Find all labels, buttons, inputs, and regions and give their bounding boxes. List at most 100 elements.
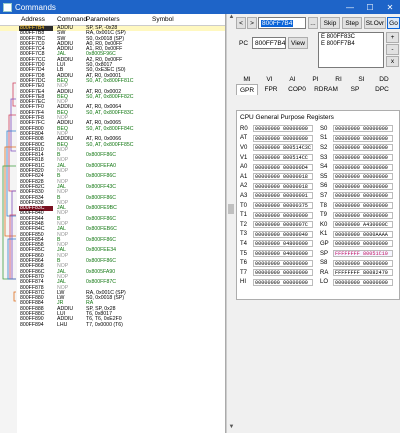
register-t8: T8 00000000 00000000 xyxy=(320,202,393,210)
close-button[interactable]: ✕ xyxy=(380,0,400,14)
register-value[interactable]: 00000000 00000040 xyxy=(253,230,313,238)
register-value[interactable]: 00000000 00000000 xyxy=(253,134,313,142)
register-name: S1 xyxy=(320,135,328,142)
tab-cop0[interactable]: COP0 xyxy=(284,84,310,95)
register-s7: S7 00000000 00000000 xyxy=(320,192,393,200)
window-title: Commands xyxy=(15,2,56,12)
register-sp: SP FFFFFFFF 80051C10 xyxy=(320,250,393,258)
remove-breakpoint-button[interactable]: - xyxy=(386,44,399,55)
step-button[interactable]: Step xyxy=(342,17,362,29)
register-value[interactable]: 00000000 00000000 xyxy=(253,269,313,277)
register-value[interactable]: 00000000 0000007C xyxy=(253,221,313,229)
register-value[interactable]: 00000000 00000000 xyxy=(333,154,393,162)
register-value[interactable]: 00000000 00000000 xyxy=(333,173,393,181)
pc-label: PC xyxy=(239,40,249,47)
gpr-panel-title: CPU General Purpose Registers xyxy=(240,114,334,121)
register-name: S0 xyxy=(320,125,328,132)
breakpoint-item[interactable]: E 800FF7B4 xyxy=(321,41,381,48)
column-parameters[interactable]: Parameters xyxy=(86,16,120,23)
instruction-parameters: T7, 0x0000 (T6) xyxy=(86,321,123,328)
instruction-list[interactable]: 800FF7B4 ADDIU SP, SP, -0x28 800FF7B8 SW RA, … xyxy=(0,25,225,328)
register-value[interactable]: FFFFFFFF 80051C10 xyxy=(333,250,393,258)
go-button[interactable]: Go xyxy=(387,17,400,29)
register-t1: T1 00000000 00000000 xyxy=(240,211,313,219)
breakpoint-list[interactable]: E 800FF83C E 800FF7B4 xyxy=(318,32,384,68)
tab-sp[interactable]: SP xyxy=(342,84,368,95)
register-value[interactable]: 00000000 00000375 xyxy=(253,202,313,210)
register-r0: R0 00000000 00000000 xyxy=(240,125,313,133)
scroll-thumb[interactable] xyxy=(228,204,234,214)
register-at: AT 00000000 00000000 xyxy=(240,134,313,143)
instruction-row[interactable]: 800FF894 LHU T7, 0x0000 (T6) xyxy=(0,321,225,328)
register-name: S8 xyxy=(320,260,328,267)
scroll-up-icon[interactable]: ▲ xyxy=(227,14,236,23)
register-value[interactable]: 00000000 00000000 xyxy=(333,144,393,152)
register-value[interactable]: 00000000 000000D4 xyxy=(253,163,313,171)
register-value[interactable]: 00000000 800514C3C xyxy=(253,144,313,152)
register-name: A0 xyxy=(240,164,248,171)
register-t6: T6 00000000 00000000 xyxy=(240,259,313,267)
back-button[interactable]: < xyxy=(236,17,246,29)
app-icon xyxy=(3,2,12,12)
register-value[interactable]: 00000000 00000000 xyxy=(333,240,393,248)
register-name: T3 xyxy=(240,231,248,238)
register-v1: V1 00000000 800514CC xyxy=(240,154,313,162)
tab-dpc[interactable]: DPC xyxy=(368,84,396,95)
register-value[interactable]: 00000000 00000000 xyxy=(253,211,313,219)
register-ra: RA FFFFFFFF 80082470 xyxy=(320,269,393,277)
skip-button[interactable]: Skip xyxy=(320,17,340,29)
register-s2: S2 00000000 00000000 xyxy=(320,144,393,152)
pc-value[interactable]: 800FF7B4 xyxy=(252,37,286,49)
register-value[interactable]: 00000000 00000000 xyxy=(333,278,393,286)
column-command[interactable]: Command xyxy=(57,16,87,23)
disassembly-scrollbar[interactable]: ▲ ▼ xyxy=(226,14,235,433)
register-value[interactable]: 00000000 00000000 xyxy=(333,163,393,171)
register-value[interactable]: 00000000 0000AAAA xyxy=(333,230,393,238)
maximize-button[interactable]: ☐ xyxy=(360,0,380,14)
tab-gpr[interactable]: GPR xyxy=(236,84,258,95)
disassembly-view[interactable]: Address Command Parameters Symbol 800FF7… xyxy=(0,14,226,433)
register-value[interactable]: 00000000 00000000 xyxy=(253,125,313,133)
register-hi: HI 00000000 00000000 xyxy=(240,278,313,287)
register-value[interactable]: 00000000 00000000 xyxy=(253,278,313,286)
register-value[interactable]: 00000000 00000000 xyxy=(333,134,393,142)
column-symbol[interactable]: Symbol xyxy=(152,16,174,23)
register-t2: T2 00000000 0000007C xyxy=(240,221,313,229)
register-value[interactable]: 00000000 00000000 xyxy=(253,259,313,267)
minimize-button[interactable]: — xyxy=(340,0,360,14)
register-value[interactable]: 00000000 00000000 xyxy=(333,259,393,267)
breakpoint-item[interactable]: E 800FF83C xyxy=(321,34,381,41)
browse-button[interactable]: ... xyxy=(308,17,318,29)
register-value[interactable]: 00000000 04800000 xyxy=(253,240,313,248)
gpr-panel: CPU General Purpose Registers R0 00000000… xyxy=(236,110,400,300)
register-name: T2 xyxy=(240,221,248,228)
register-a0: A0 00000000 000000D4 xyxy=(240,163,313,171)
register-value[interactable]: FFFFFFFF 80082470 xyxy=(333,269,393,277)
register-value[interactable]: 00000000 A430000C xyxy=(333,221,393,229)
register-k0: K0 00000000 A430000C xyxy=(320,221,393,229)
scroll-down-icon[interactable]: ▼ xyxy=(227,424,236,433)
register-value[interactable]: 00000000 00000000 xyxy=(333,182,393,190)
add-breakpoint-button[interactable]: + xyxy=(386,32,399,43)
register-value[interactable]: 00000000 00000000 xyxy=(333,125,393,133)
register-value[interactable]: 00000000 800514CC xyxy=(253,154,313,162)
register-value[interactable]: 00000000 04000000 xyxy=(253,250,313,258)
register-value[interactable]: 00000000 00000000 xyxy=(333,202,393,210)
tab-rdram[interactable]: RDRAM xyxy=(310,84,342,95)
register-name: R0 xyxy=(240,125,248,132)
register-name: T7 xyxy=(240,269,248,276)
tab-fpr[interactable]: FPR xyxy=(258,84,284,95)
view-button[interactable]: View xyxy=(288,37,308,49)
forward-button[interactable]: > xyxy=(247,17,257,29)
step-over-button[interactable]: St.Ovr xyxy=(364,17,386,29)
register-value[interactable]: 00000000 00000000 xyxy=(333,192,393,200)
register-a3: A3 00000000 00000001 xyxy=(240,192,313,200)
column-address[interactable]: Address xyxy=(21,16,45,23)
register-name: T6 xyxy=(240,260,248,267)
register-value[interactable]: 00000000 00000018 xyxy=(253,182,313,190)
goto-address-input[interactable]: 800FF7B4 xyxy=(258,17,306,29)
register-value[interactable]: 00000000 00000018 xyxy=(253,173,313,181)
register-value[interactable]: 00000000 00000001 xyxy=(253,192,313,200)
clear-breakpoints-button[interactable]: x xyxy=(386,56,399,67)
register-value[interactable]: 00000000 00000000 xyxy=(333,211,393,219)
